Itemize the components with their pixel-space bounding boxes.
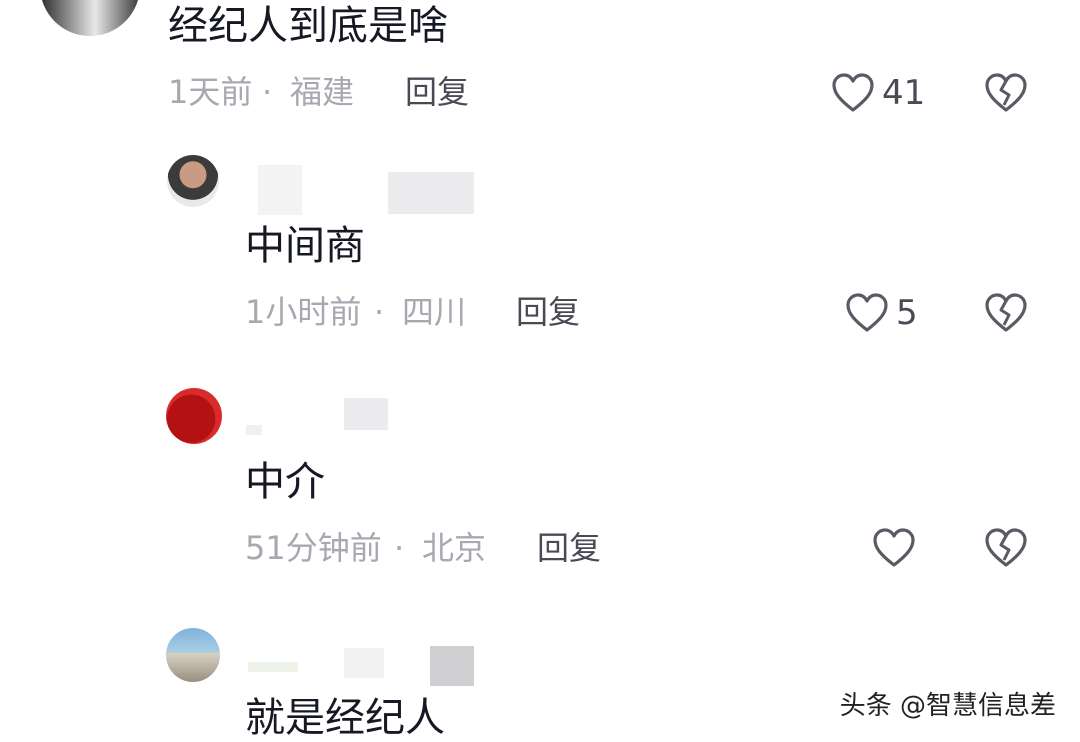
reply-button[interactable]: 回复	[516, 292, 580, 332]
comment-text: 中间商	[245, 223, 365, 269]
user-avatar[interactable]	[40, 0, 140, 36]
comment-time: 51分钟前	[245, 529, 382, 567]
meta-separator: ·	[262, 73, 273, 111]
comment-time: 1天前	[168, 73, 253, 111]
comment-location: 四川	[402, 293, 467, 331]
comment-location: 北京	[422, 529, 487, 567]
comment-time: 1小时前	[245, 293, 362, 331]
like-count: 5	[896, 293, 918, 333]
watermark: 头条 @智慧信息差	[839, 691, 1056, 721]
username-redacted	[344, 398, 388, 430]
comment-text: 就是经纪人	[245, 695, 445, 741]
meta-separator: ·	[374, 293, 385, 331]
username-redacted	[248, 662, 298, 672]
user-avatar[interactable]	[166, 628, 220, 682]
username-redacted	[388, 172, 474, 214]
reply-button[interactable]: 回复	[537, 528, 601, 568]
user-avatar[interactable]	[167, 155, 219, 207]
reply-button[interactable]: 回复	[405, 72, 469, 112]
heart-outline-icon[interactable]	[844, 292, 890, 334]
username-redacted	[258, 165, 302, 215]
broken-heart-icon[interactable]	[983, 527, 1029, 569]
user-avatar[interactable]	[166, 388, 222, 444]
comment-text: 经纪人到底是啥	[168, 3, 448, 49]
broken-heart-icon[interactable]	[983, 292, 1029, 334]
meta-separator: ·	[394, 529, 405, 567]
username-redacted	[430, 646, 474, 686]
comment-text: 中介	[245, 459, 325, 505]
heart-outline-icon[interactable]	[871, 527, 917, 569]
like-count: 41	[882, 73, 926, 113]
comment-location: 福建	[290, 73, 355, 111]
username-redacted	[246, 425, 262, 435]
broken-heart-icon[interactable]	[983, 72, 1029, 114]
username-redacted	[344, 648, 384, 678]
heart-outline-icon[interactable]	[830, 72, 876, 114]
